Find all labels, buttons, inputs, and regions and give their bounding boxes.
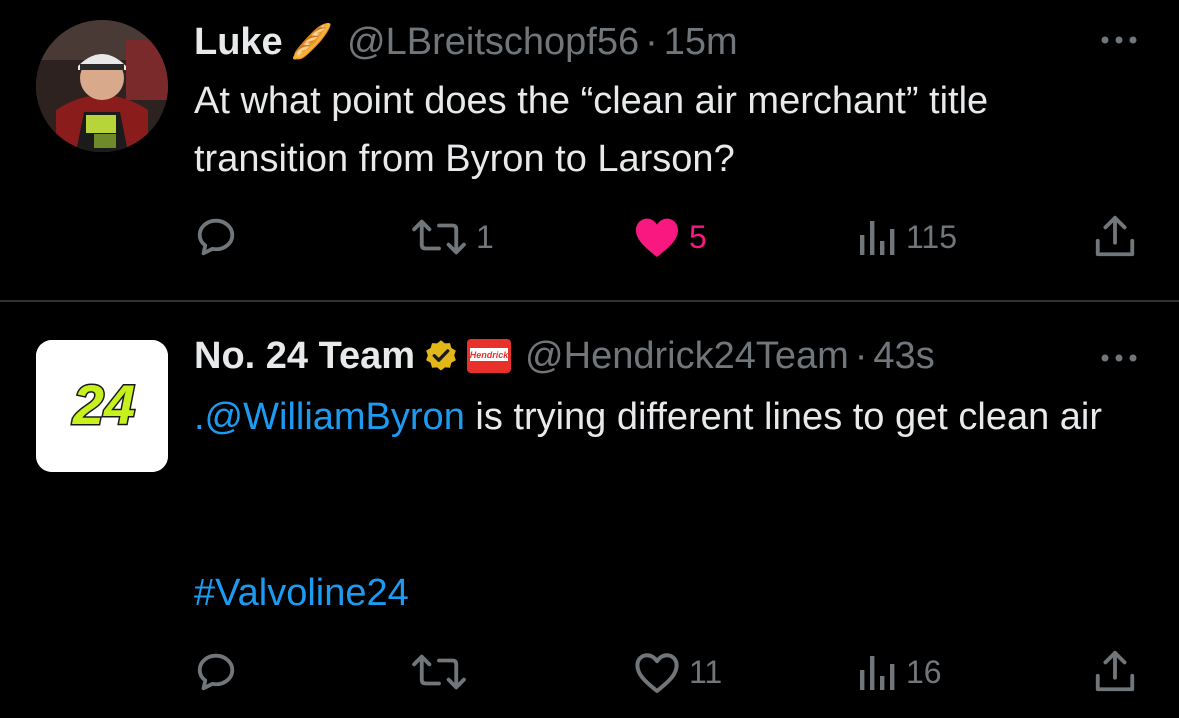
tweet-actions: 1 5 115 (0, 212, 1179, 262)
retweet-icon (412, 654, 466, 690)
share-icon (1095, 215, 1135, 257)
author-emoji: 🥖 (290, 22, 334, 62)
reply-icon (197, 653, 235, 691)
share-button[interactable] (1092, 212, 1138, 262)
hashtag-link[interactable]: #Valvoline24 (194, 572, 409, 614)
retweet-button[interactable]: 1 (410, 212, 494, 262)
author-name[interactable]: Luke (194, 21, 283, 64)
heart-icon (635, 653, 679, 693)
retweet-icon (412, 219, 466, 255)
tweet-actions: 11 16 (0, 647, 1179, 697)
avatar-text: 24 (72, 373, 135, 436)
views-icon (860, 656, 895, 690)
mention-link[interactable]: .@WilliamByron (194, 396, 465, 438)
more-button[interactable] (1099, 348, 1139, 368)
views-icon (860, 221, 895, 255)
reply-icon (197, 218, 235, 256)
share-icon (1095, 650, 1135, 692)
avatar[interactable] (36, 20, 168, 152)
affiliate-badge[interactable]: Hendrick (467, 339, 512, 373)
like-button[interactable]: 11 (633, 647, 722, 697)
tweet-header: No. 24 Team Hendrick @Hendrick24Team · 4… (194, 330, 1139, 382)
more-icon (1101, 354, 1137, 362)
more-icon (1101, 36, 1137, 44)
view-count: 115 (906, 218, 958, 255)
like-count: 5 (689, 218, 707, 255)
like-button[interactable]: 5 (633, 212, 707, 262)
tweet-header: Luke 🥖 @LBreitschopf56 · 15m (194, 16, 1139, 68)
separator-dot: · (645, 20, 658, 63)
separator-dot: · (854, 334, 868, 377)
avatar[interactable]: 24 (36, 340, 168, 472)
author-handle[interactable]: @Hendrick24Team (525, 335, 849, 378)
retweet-button[interactable] (410, 647, 476, 697)
verified-badge[interactable] (423, 338, 459, 374)
avatar-24-logo: 24 (36, 340, 168, 472)
tweet-text-body: is trying different lines to get clean a… (464, 396, 1103, 438)
tweet-card[interactable]: 24 No. 24 Team Hendrick @Hendrick24Team … (0, 302, 1179, 718)
retweet-count: 1 (476, 218, 494, 255)
tweet-text: .@WilliamByron is trying different lines… (194, 388, 1139, 446)
views-button[interactable]: 16 (856, 647, 942, 697)
share-button[interactable] (1092, 647, 1138, 697)
author-handle[interactable]: @LBreitschopf56 (347, 21, 639, 64)
hendrick-logo-icon: Hendrick (467, 339, 512, 373)
like-count: 11 (689, 653, 723, 690)
more-button[interactable] (1099, 30, 1139, 50)
hashtag-line: #Valvoline24 (194, 564, 1139, 622)
views-button[interactable]: 115 (856, 212, 957, 262)
avatar-photo (36, 20, 168, 152)
tweet-card[interactable]: Luke 🥖 @LBreitschopf56 · 15m At what poi… (0, 0, 1179, 300)
affiliate-badge-text: Hendrick (470, 350, 510, 360)
reply-button[interactable] (193, 647, 247, 697)
timestamp[interactable]: 43s (873, 335, 934, 378)
view-count: 16 (906, 653, 942, 690)
heart-icon (636, 218, 678, 257)
reply-button[interactable] (193, 212, 247, 262)
verified-gold-icon (426, 340, 456, 371)
timestamp[interactable]: 15m (664, 21, 738, 64)
tweet-text: At what point does the “clean air mercha… (194, 80, 989, 180)
author-name[interactable]: No. 24 Team (194, 335, 415, 378)
